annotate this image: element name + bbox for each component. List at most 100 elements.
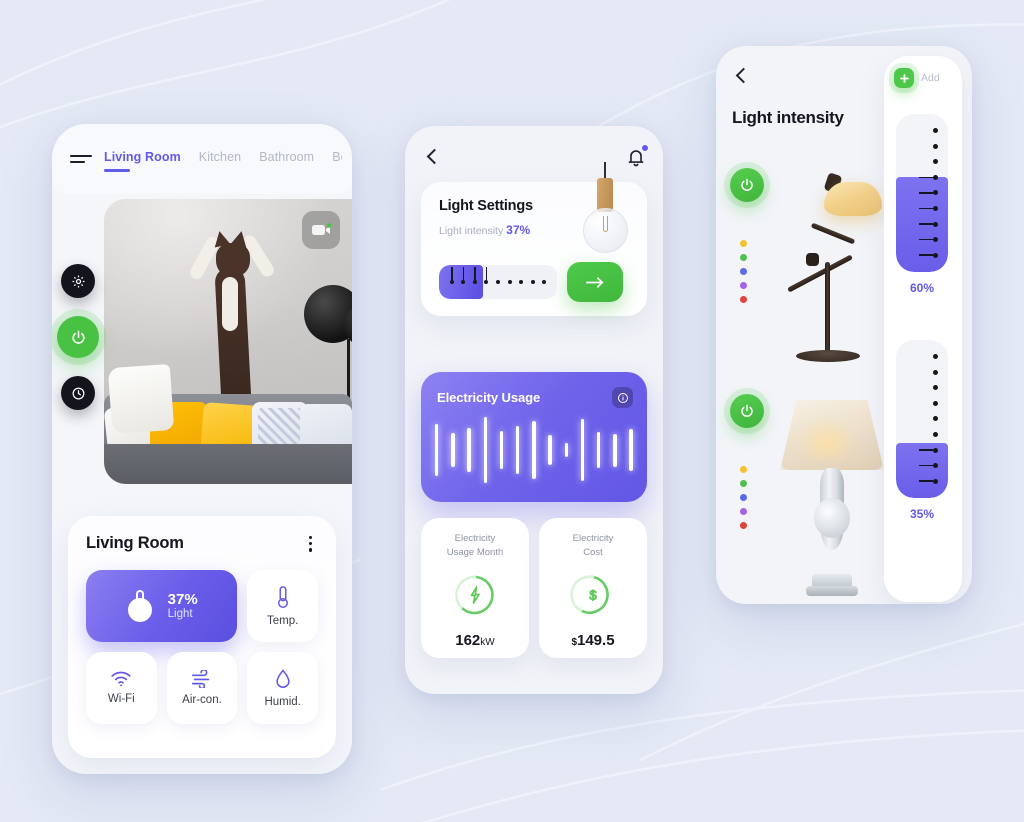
phone-light-intensity: Light intensity Add 60% 35% (716, 46, 972, 604)
slider-tick[interactable] (933, 128, 938, 134)
intensity-slider-table[interactable]: 35% (896, 340, 948, 521)
slider-tick[interactable] (919, 478, 938, 484)
lamp-row-table (716, 384, 888, 604)
slider-step[interactable] (449, 267, 454, 284)
color-swatch[interactable] (740, 296, 747, 303)
light-settings-card: Light Settings Light intensity 37% (421, 162, 647, 316)
page-title: Light intensity (732, 108, 844, 127)
tile-air-conditioner[interactable]: Air-con. (166, 651, 238, 724)
gear-icon[interactable] (61, 264, 95, 298)
slider-tick[interactable] (933, 432, 938, 437)
slider-tick[interactable] (933, 369, 938, 375)
color-swatch[interactable] (740, 508, 747, 515)
slider-step[interactable] (519, 280, 524, 284)
tile-humidity[interactable]: Humid. (247, 651, 318, 724)
slider-tick[interactable] (933, 159, 938, 165)
slider-tick[interactable] (933, 416, 938, 422)
tile-temperature[interactable]: Temp. (247, 569, 318, 642)
plus-icon (894, 68, 914, 88)
intensity-value: 60% (909, 281, 935, 295)
light-value: 37% (167, 590, 198, 608)
camera-viewport[interactable] (104, 199, 352, 484)
bell-icon[interactable] (625, 144, 649, 168)
desk-lamp-image (780, 164, 884, 364)
electricity-stats-row: Electricity Usage Month 162kW Electricit… (421, 518, 647, 658)
usage-gauge (452, 572, 498, 618)
video-camera-icon[interactable] (302, 211, 340, 249)
stat-electricity-usage-month[interactable]: Electricity Usage Month 162kW (421, 518, 529, 658)
light-label: Light (167, 608, 193, 621)
svg-text:$: $ (589, 587, 597, 602)
slider-step[interactable] (530, 280, 535, 284)
slider-tick[interactable] (919, 237, 938, 243)
slider-tick[interactable] (919, 252, 938, 258)
slider-ticks (919, 340, 938, 498)
slider-step[interactable] (472, 267, 477, 284)
usage-bar (629, 428, 633, 472)
stat-electricity-cost[interactable]: Electricity Cost $ $149.5 (539, 518, 647, 658)
power-icon[interactable] (730, 168, 764, 202)
tile-light[interactable]: 37% Light (86, 569, 238, 642)
color-swatch[interactable] (740, 480, 747, 487)
stat-label: Electricity Cost (572, 533, 614, 558)
slider-ticks (919, 114, 938, 272)
more-vertical-icon[interactable] (303, 534, 318, 554)
tile-label-wifi: Wi-Fi (107, 693, 135, 706)
color-swatches[interactable] (740, 466, 747, 529)
color-swatch[interactable] (740, 268, 747, 275)
intensity-slider[interactable] (439, 265, 557, 299)
lamp-row-desk (716, 158, 888, 384)
phones-stage: Living Room Kitchen Bathroom Be (0, 0, 1024, 822)
tab-bedroom[interactable]: Be (332, 150, 342, 172)
living-room-topbar: Living Room Kitchen Bathroom Be (52, 124, 352, 194)
slider-tick[interactable] (919, 447, 938, 453)
hamburger-icon[interactable] (70, 154, 92, 164)
slider-step[interactable] (507, 280, 512, 284)
chevron-left-icon[interactable] (732, 66, 752, 86)
slider-fill (896, 442, 948, 498)
slider-step[interactable] (542, 280, 547, 284)
color-swatch[interactable] (740, 466, 747, 473)
usage-bar (499, 430, 504, 470)
stat-label: Electricity Usage Month (446, 533, 504, 558)
bulb-icon (126, 589, 154, 622)
slider-tick[interactable] (933, 354, 938, 360)
electricity-usage-card[interactable]: Electricity Usage (421, 372, 647, 502)
intensity-slider-desk[interactable]: 60% (896, 114, 948, 295)
slider-tick[interactable] (933, 385, 938, 391)
add-device-button[interactable]: Add (894, 68, 940, 88)
slider-tick[interactable] (933, 400, 938, 406)
slider-step[interactable] (495, 280, 500, 284)
color-swatch[interactable] (740, 522, 747, 529)
light-intensity-label: Light intensity (439, 225, 504, 237)
slider-tick[interactable] (933, 143, 938, 149)
slider-step[interactable] (461, 267, 466, 284)
usage-bar (564, 443, 569, 457)
slider-tick[interactable] (919, 174, 938, 180)
color-swatch[interactable] (740, 494, 747, 501)
quick-action-buttons (52, 264, 99, 410)
power-icon[interactable] (57, 316, 99, 358)
color-swatch[interactable] (740, 240, 747, 247)
table-lamp-image (774, 390, 890, 596)
slider-tick[interactable] (919, 206, 938, 211)
tile-label-temperature: Temp. (266, 614, 299, 627)
slider-step[interactable] (484, 267, 489, 284)
usage-bar (435, 423, 439, 477)
room-tabs: Living Room Kitchen Bathroom Be (104, 146, 342, 172)
chevron-left-icon[interactable] (423, 147, 443, 167)
color-swatch[interactable] (740, 282, 747, 289)
tile-wifi[interactable]: Wi-Fi (86, 651, 157, 724)
slider-tick[interactable] (919, 190, 938, 196)
tab-living-room[interactable]: Living Room (104, 150, 181, 172)
slider-tick[interactable] (919, 221, 938, 227)
color-swatch[interactable] (740, 254, 747, 261)
clock-icon[interactable] (61, 376, 95, 410)
slider-tick[interactable] (919, 463, 938, 469)
arrow-right-icon[interactable] (567, 262, 623, 302)
power-icon[interactable] (730, 394, 764, 428)
color-swatches[interactable] (740, 240, 747, 303)
tab-kitchen[interactable]: Kitchen (199, 150, 241, 172)
info-icon[interactable] (612, 387, 633, 408)
tab-bathroom[interactable]: Bathroom (259, 150, 314, 172)
